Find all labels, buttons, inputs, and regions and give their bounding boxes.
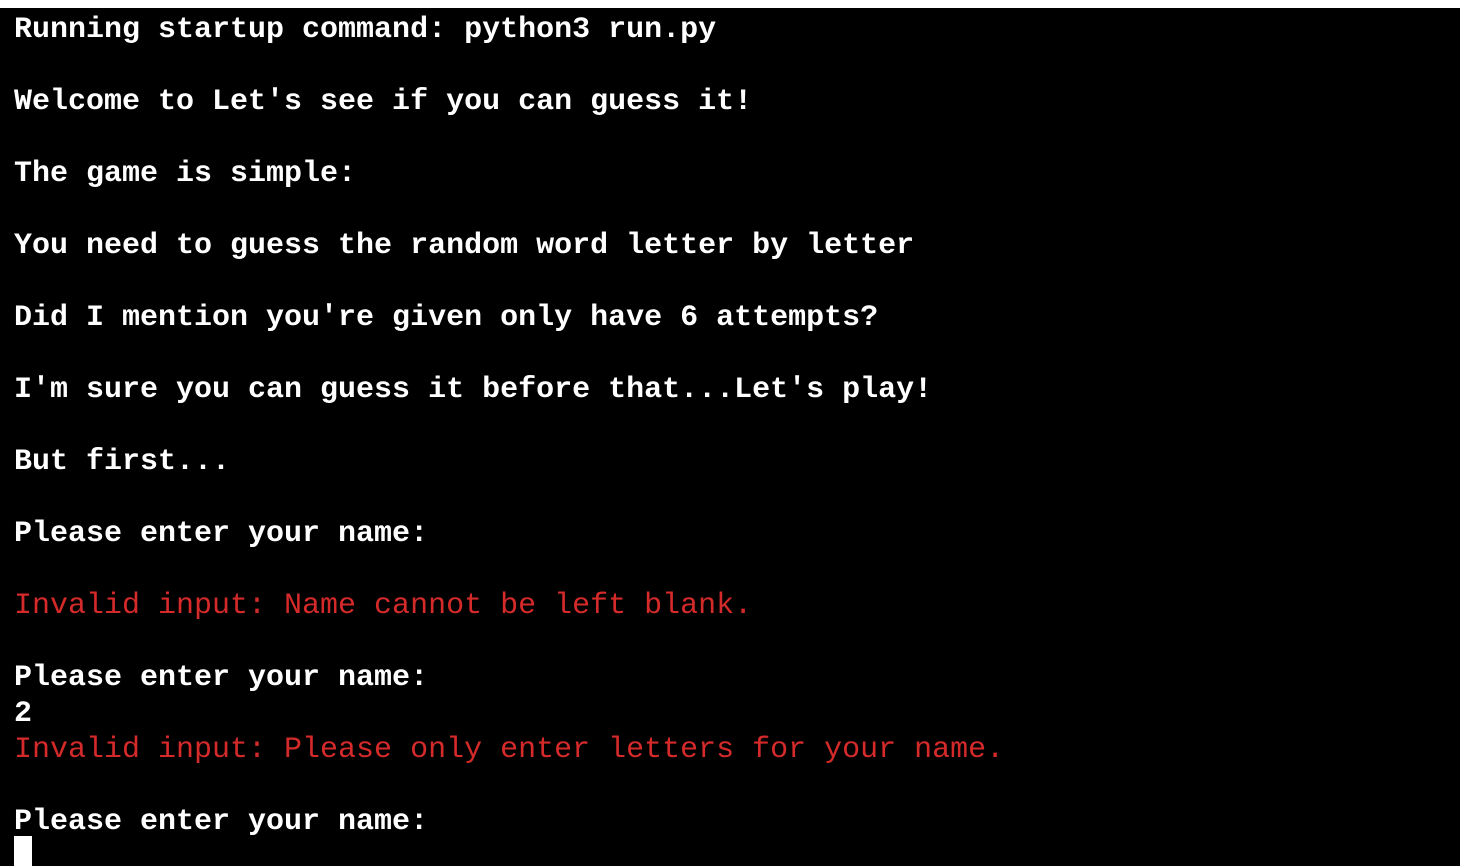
guess-instruction-line: You need to guess the random word letter… (14, 229, 915, 263)
name-prompt-3: Please enter your name: (14, 805, 429, 839)
game-simple-line: The game is simple: (14, 157, 357, 191)
name-prompt-2: Please enter your name: (14, 661, 429, 695)
startup-line: Running startup command: python3 run.py (14, 13, 717, 47)
welcome-line: Welcome to Let's see if you can guess it… (14, 85, 753, 119)
text-cursor[interactable] (14, 836, 32, 866)
attempts-line: Did I mention you're given only have 6 a… (14, 301, 879, 335)
user-input-2: 2 (14, 697, 33, 731)
error-letters-only: Invalid input: Please only enter letters… (14, 733, 1005, 767)
terminal-window[interactable]: Running startup command: python3 run.py … (0, 8, 1460, 866)
error-blank-name: Invalid input: Name cannot be left blank… (14, 589, 753, 623)
name-prompt-1: Please enter your name: (14, 517, 429, 551)
lets-play-line: I'm sure you can guess it before that...… (14, 373, 933, 407)
but-first-line: But first... (14, 445, 231, 479)
